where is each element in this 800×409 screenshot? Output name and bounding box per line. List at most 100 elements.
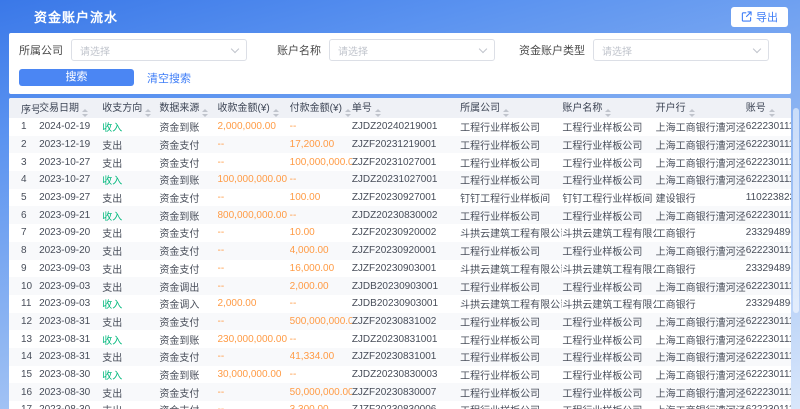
sort-icon[interactable]: [202, 109, 208, 117]
table-row: 32023-10-27支出资金支付--100,000,000.00ZJZF202…: [9, 153, 791, 171]
table-cell: 工程行业样板公司: [562, 366, 655, 384]
table-cell: --: [218, 136, 290, 154]
table-cell: ZJZF20230831002: [352, 313, 460, 331]
table-cell: ZJDZ20230830002: [352, 206, 460, 224]
table-cell: 10.00: [290, 224, 352, 242]
page-title: 资金账户流水: [34, 7, 118, 26]
table-row: 42023-10-27收入资金到账100,000,000.00--ZJDZ202…: [9, 171, 791, 189]
column-header[interactable]: 开户行: [656, 98, 746, 118]
table-cell: 上海工商银行漕河泾支行: [656, 136, 746, 154]
filter-label: 资金账户类型: [519, 42, 585, 58]
clear-search-link[interactable]: 清空搜索: [147, 70, 191, 86]
table-header-row: 序号交易日期收支方向数据来源收款金额(¥)付款金额(¥)单号所属公司账户名称开户…: [9, 98, 791, 118]
chevron-down-icon: [753, 44, 761, 52]
table-cell: 5: [9, 189, 39, 207]
table-scrollbar[interactable]: [793, 108, 799, 313]
filter-select-1[interactable]: 请选择: [329, 39, 495, 61]
sort-icon[interactable]: [145, 109, 151, 117]
table-cell: 资金调出: [159, 277, 217, 295]
table-cell: 上海工商银行漕河泾支行: [656, 206, 746, 224]
table-cell: --: [218, 348, 290, 366]
column-header[interactable]: 账户名称: [562, 98, 655, 118]
column-header[interactable]: 付款金额(¥): [290, 98, 352, 118]
column-header-label: 开户行: [656, 103, 686, 114]
table-cell: ZJDZ20240219001: [352, 118, 460, 136]
table-cell: 17: [9, 401, 39, 409]
table-cell: 支出: [102, 401, 159, 409]
column-header[interactable]: 数据来源: [159, 98, 217, 118]
table-cell: 资金支付: [159, 401, 217, 409]
column-header-label: 交易日期: [39, 103, 79, 114]
table-row: 72023-09-20支出资金支付--10.00ZJZF20230920002斗…: [9, 224, 791, 242]
table-cell: 资金到账: [159, 366, 217, 384]
export-button[interactable]: 导出: [731, 7, 788, 27]
table-cell: 收入: [102, 295, 159, 313]
table-cell: 622230111: [746, 136, 791, 154]
table-cell: 上海工商银行漕河泾支行: [656, 118, 746, 136]
table-cell: 2023-10-27: [39, 153, 102, 171]
sort-icon[interactable]: [345, 109, 351, 117]
table-cell: 23329489-: [746, 224, 791, 242]
table-cell: 2,000.00: [290, 277, 352, 295]
table-cell: 13: [9, 330, 39, 348]
sort-icon[interactable]: [273, 109, 279, 117]
table-row: 102023-09-03支出资金调出--2,000.00ZJDB20230903…: [9, 277, 791, 295]
filter-fields: 所属公司请选择账户名称请选择资金账户类型请选择: [19, 39, 799, 61]
table-cell: ZJDB20230903001: [352, 277, 460, 295]
filter-select-0[interactable]: 请选择: [71, 39, 247, 61]
column-header-label: 付款金额(¥): [290, 103, 342, 114]
sort-icon[interactable]: [82, 109, 88, 117]
table-cell: 17,200.00: [290, 136, 352, 154]
table-cell: 工程行业样板公司: [460, 206, 562, 224]
table-cell: 工程行业样板公司: [460, 153, 562, 171]
sort-icon[interactable]: [689, 109, 695, 117]
table-cell: 4: [9, 171, 39, 189]
sort-icon[interactable]: [605, 109, 611, 117]
table-cell: 622230111: [746, 313, 791, 331]
column-header[interactable]: 交易日期: [39, 98, 102, 118]
table-cell: 2023-09-03: [39, 277, 102, 295]
table-cell: 4,000.00: [290, 242, 352, 260]
table-cell: 500,000,000.00: [290, 313, 352, 331]
table-cell: 2023-08-30: [39, 383, 102, 401]
sort-icon[interactable]: [769, 109, 775, 117]
table-cell: 工程行业样板公司: [460, 401, 562, 409]
chevron-down-icon: [479, 44, 487, 52]
column-header[interactable]: 账号: [746, 98, 791, 118]
table-cell: 资金支付: [159, 136, 217, 154]
table-cell: --: [290, 366, 352, 384]
table-cell: 14: [9, 348, 39, 366]
sort-icon[interactable]: [375, 109, 381, 117]
table-cell: 工程行业样板公司: [460, 383, 562, 401]
table-cell: ZJZF20230920002: [352, 224, 460, 242]
column-header[interactable]: 所属公司: [460, 98, 562, 118]
table-cell: 资金支付: [159, 153, 217, 171]
table-cell: 工程行业样板公司: [562, 206, 655, 224]
table-cell: 工程行业样板公司: [562, 313, 655, 331]
table-cell: --: [218, 189, 290, 207]
table-cell: 斗拱云建筑工程有限公司: [562, 295, 655, 313]
table-cell: ZJZF20230830006: [352, 401, 460, 409]
table-cell: 2: [9, 136, 39, 154]
filter-select-2[interactable]: 请选择: [593, 39, 769, 61]
table-cell: 2023-09-03: [39, 260, 102, 278]
column-header[interactable]: 单号: [352, 98, 460, 118]
table-cell: 2023-12-19: [39, 136, 102, 154]
table-cell: 2023-09-20: [39, 242, 102, 260]
table-cell: 2023-08-30: [39, 401, 102, 409]
export-label: 导出: [756, 9, 778, 25]
table-cell: 支出: [102, 242, 159, 260]
table-cell: 6: [9, 206, 39, 224]
table-cell: 622230111: [746, 401, 791, 409]
column-header[interactable]: 收支方向: [102, 98, 159, 118]
table-cell: 23329489-: [746, 295, 791, 313]
sort-icon[interactable]: [503, 109, 509, 117]
search-button[interactable]: 搜索: [19, 69, 134, 86]
table-cell: 收入: [102, 171, 159, 189]
table-cell: --: [218, 313, 290, 331]
column-header[interactable]: 收款金额(¥): [218, 98, 290, 118]
table-cell: ZJDB20230903001: [352, 295, 460, 313]
table-cell: 3,300.00: [290, 401, 352, 409]
table-cell: 上海工商银行漕河泾支行: [656, 277, 746, 295]
column-header-label: 收款金额(¥): [218, 103, 270, 114]
